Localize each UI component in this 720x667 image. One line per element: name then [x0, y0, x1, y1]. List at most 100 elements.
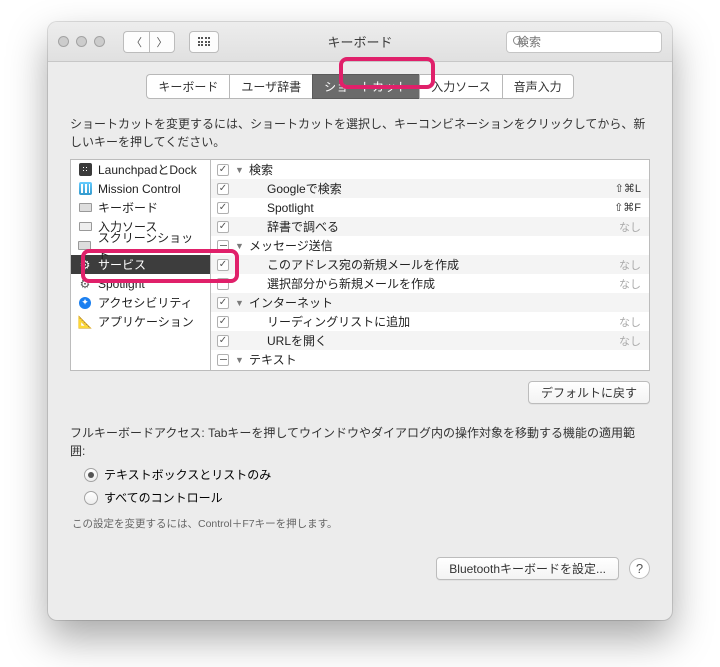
- instruction-text: ショートカットを変更するには、ショートカットを選択し、キーコンビネーションをクリ…: [70, 115, 650, 151]
- row-label: リーディングリストに追加: [249, 313, 597, 330]
- nav-segment: 〈 〉: [123, 31, 175, 53]
- shortcut-group-row[interactable]: ▼ テキスト: [211, 350, 649, 369]
- help-button[interactable]: ?: [629, 558, 650, 579]
- row-label: メッセージ送信: [249, 237, 641, 254]
- show-all-button[interactable]: [189, 31, 219, 53]
- row-label: インターネット: [249, 294, 641, 311]
- row-label: Googleで検索: [249, 180, 597, 197]
- shortcut-none[interactable]: なし: [603, 219, 641, 235]
- shortcut-none[interactable]: なし: [603, 257, 641, 273]
- disclosure-triangle-icon[interactable]: ▼: [235, 298, 243, 308]
- shortcut-list[interactable]: ▼検索Googleで検索⇧⌘LSpotlight⇧⌘F辞書で調べるなし▼メッセー…: [210, 159, 650, 371]
- shortcut-none[interactable]: なし: [603, 276, 641, 292]
- grid-icon: [198, 37, 211, 46]
- search-input[interactable]: [517, 35, 672, 49]
- shortcut-none[interactable]: なし: [603, 333, 641, 349]
- row-label: URLを開く: [249, 332, 597, 349]
- row-label: 検索: [249, 161, 641, 178]
- shortcut-row[interactable]: リーディングリストに追加なし: [211, 312, 649, 331]
- checkbox[interactable]: [217, 183, 229, 195]
- row-label: 選択部分から新規メールを作成: [249, 275, 597, 292]
- checkbox[interactable]: [217, 164, 229, 176]
- minimize-window-button[interactable]: [76, 36, 87, 47]
- shortcut-none[interactable]: なし: [603, 314, 641, 330]
- checkbox[interactable]: [217, 221, 229, 233]
- back-button[interactable]: 〈: [123, 31, 149, 53]
- tab-4[interactable]: 音声入力: [502, 74, 574, 99]
- help-icon: ?: [636, 561, 643, 576]
- tab-0[interactable]: キーボード: [146, 74, 229, 99]
- input-icon: [78, 220, 92, 234]
- category-item[interactable]: キーボード: [71, 198, 210, 217]
- shortcut-keys[interactable]: ⇧⌘F: [603, 201, 641, 214]
- radio-textboxes-only[interactable]: テキストボックスとリストのみ: [84, 466, 650, 483]
- disclosure-triangle-icon[interactable]: ▼: [235, 355, 243, 365]
- category-label: アプリケーション: [98, 313, 194, 330]
- row-label: テキスト: [249, 351, 641, 368]
- category-item[interactable]: 📐 アプリケーション: [71, 312, 210, 331]
- zoom-window-button[interactable]: [94, 36, 105, 47]
- radio-icon: [84, 491, 98, 505]
- checkbox[interactable]: [217, 240, 229, 252]
- shortcut-group-row[interactable]: ▼ インターネット: [211, 293, 649, 312]
- app-icon: 📐: [78, 315, 92, 329]
- footer: Bluetoothキーボードを設定... ?: [70, 557, 650, 580]
- forward-button[interactable]: 〉: [149, 31, 175, 53]
- full-keyboard-access-label: フルキーボードアクセス: Tabキーを押してウインドウやダイアログ内の操作対象を…: [70, 424, 650, 460]
- chevron-right-icon: 〉: [157, 34, 168, 50]
- row-label: このアドレス宛の新規メールを作成: [249, 256, 597, 273]
- restore-defaults-button[interactable]: デフォルトに戻す: [528, 381, 650, 404]
- row-label: Spotlight: [249, 201, 597, 215]
- shortcut-row[interactable]: このアドレス宛の新規メールを作成なし: [211, 255, 649, 274]
- checkbox[interactable]: [217, 259, 229, 271]
- category-item[interactable]: Mission Control: [71, 179, 210, 198]
- launchpad-icon: [78, 163, 92, 177]
- restore-row: デフォルトに戻す: [70, 381, 650, 404]
- titlebar: 〈 〉 キーボード: [48, 22, 672, 62]
- checkbox[interactable]: [217, 335, 229, 347]
- shortcut-row[interactable]: Spotlight ⇧⌘F: [211, 198, 649, 217]
- tab-3[interactable]: 入力ソース: [419, 74, 501, 99]
- disclosure-triangle-icon[interactable]: ▼: [235, 165, 243, 175]
- category-item[interactable]: ⚙Spotlight: [71, 274, 210, 293]
- close-window-button[interactable]: [58, 36, 69, 47]
- category-item[interactable]: LaunchpadとDock: [71, 160, 210, 179]
- category-label: サービス: [98, 256, 146, 273]
- tab-bar: キーボードユーザ辞書ショートカット入力ソース音声入力: [70, 74, 650, 99]
- radio-all-controls[interactable]: すべてのコントロール: [84, 489, 650, 506]
- mc-icon: [78, 182, 92, 196]
- gear-icon: ⚙: [78, 258, 92, 272]
- shortcut-group-row[interactable]: ▼ メッセージ送信: [211, 236, 649, 255]
- checkbox[interactable]: [217, 202, 229, 214]
- kb-icon: [78, 201, 92, 215]
- bluetooth-keyboard-button[interactable]: Bluetoothキーボードを設定...: [436, 557, 619, 580]
- radio-icon: [84, 468, 98, 482]
- chevron-left-icon: 〈: [131, 34, 142, 50]
- checkbox[interactable]: [217, 278, 229, 290]
- shortcut-group-row[interactable]: ▼ 検索: [211, 160, 649, 179]
- kb-icon: [78, 239, 92, 253]
- shortcut-row[interactable]: Googleで検索 ⇧⌘L: [211, 179, 649, 198]
- row-label: 辞書で調べる: [249, 218, 597, 235]
- category-label: Mission Control: [98, 182, 181, 196]
- category-label: LaunchpadとDock: [98, 161, 197, 178]
- category-label: Spotlight: [98, 277, 145, 291]
- shortcut-row[interactable]: 選択部分から新規メールを作成なし: [211, 274, 649, 293]
- tab-2[interactable]: ショートカット: [312, 74, 419, 99]
- category-item[interactable]: スクリーンショット: [71, 236, 210, 255]
- checkbox[interactable]: [217, 354, 229, 366]
- disclosure-triangle-icon[interactable]: ▼: [235, 241, 243, 251]
- shortcut-keys[interactable]: ⇧⌘L: [603, 182, 641, 195]
- checkbox[interactable]: [217, 316, 229, 328]
- category-label: アクセシビリティ: [98, 294, 193, 311]
- category-list[interactable]: LaunchpadとDockMission Controlキーボード入力ソースス…: [70, 159, 210, 371]
- preferences-window: 〈 〉 キーボード キーボードユーザ辞書ショートカット入力ソース音声入力 ショー…: [48, 22, 672, 620]
- shortcut-row[interactable]: URLを開くなし: [211, 331, 649, 350]
- radio-label: すべてのコントロール: [104, 489, 223, 506]
- category-item[interactable]: ✦アクセシビリティ: [71, 293, 210, 312]
- shortcut-row[interactable]: 辞書で調べるなし: [211, 217, 649, 236]
- checkbox[interactable]: [217, 297, 229, 309]
- search-field-wrap[interactable]: [506, 31, 662, 53]
- tab-1[interactable]: ユーザ辞書: [229, 74, 312, 99]
- radio-label: テキストボックスとリストのみ: [104, 466, 271, 483]
